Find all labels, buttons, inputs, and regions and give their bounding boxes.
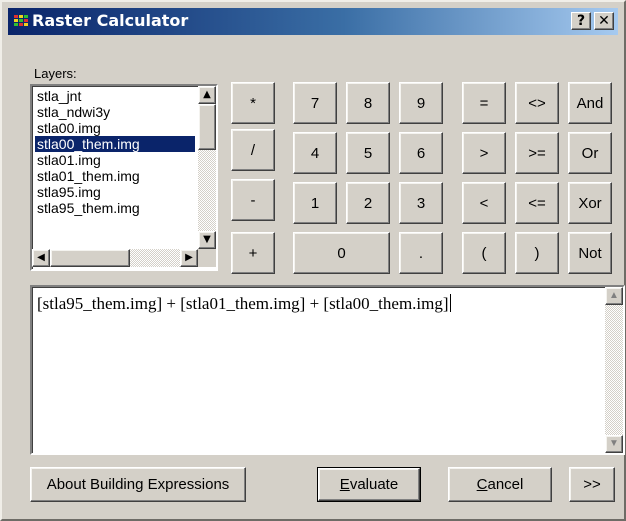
add-button[interactable]: +: [231, 232, 275, 274]
close-button[interactable]: ✕: [594, 12, 614, 30]
window-title: Raster Calculator: [32, 11, 189, 30]
not-equal-button[interactable]: <>: [515, 82, 559, 124]
divide-button[interactable]: /: [231, 129, 275, 171]
evaluate-hotkey: E: [339, 476, 350, 493]
open-paren-button[interactable]: (: [462, 232, 506, 274]
digit-7-button[interactable]: 7: [293, 82, 337, 124]
and-button[interactable]: And: [568, 82, 612, 124]
equals-button[interactable]: =: [462, 82, 506, 124]
layer-item[interactable]: stla_ndwi3y: [35, 104, 195, 120]
digit-5-button[interactable]: 5: [346, 132, 390, 174]
raster-calculator-dialog: Raster Calculator ? ✕ Layers: stla_jnt s…: [0, 0, 626, 521]
close-paren-button[interactable]: ): [515, 232, 559, 274]
raster-calculator-app-icon: [14, 15, 28, 26]
layer-item[interactable]: stla_jnt: [35, 88, 195, 104]
close-icon: ✕: [598, 13, 610, 29]
cancel-hotkey: C: [476, 476, 488, 493]
layer-item[interactable]: stla95_them.img: [35, 200, 195, 216]
expression-text: [stla95_them.img] + [stla01_them.img] + …: [37, 294, 449, 313]
scroll-down-arrow-icon[interactable]: ▼: [605, 435, 623, 453]
expand-label: >>: [583, 476, 601, 493]
decimal-point-button[interactable]: .: [399, 232, 443, 274]
text-caret: [449, 294, 451, 312]
subtract-button[interactable]: -: [231, 179, 275, 221]
layer-item[interactable]: stla01.img: [35, 152, 195, 168]
evaluate-label-rest: valuate: [349, 476, 399, 493]
greater-or-equal-button[interactable]: >=: [515, 132, 559, 174]
expand-options-button[interactable]: >>: [569, 467, 615, 502]
vertical-scroll-thumb[interactable]: [198, 104, 216, 150]
title-bar[interactable]: Raster Calculator ? ✕: [8, 8, 618, 35]
expression-text-wrapper: [stla95_them.img] + [stla01_them.img] + …: [37, 294, 451, 314]
digit-1-button[interactable]: 1: [293, 182, 337, 224]
greater-than-button[interactable]: >: [462, 132, 506, 174]
evaluate-button-label: Evaluate: [340, 476, 398, 493]
scroll-left-arrow-icon[interactable]: ◀: [32, 249, 50, 267]
digit-2-button[interactable]: 2: [346, 182, 390, 224]
about-building-expressions-button[interactable]: About Building Expressions: [30, 467, 246, 502]
digit-9-button[interactable]: 9: [399, 82, 443, 124]
layers-label: Layers:: [34, 66, 77, 81]
scroll-right-arrow-icon[interactable]: ▶: [180, 249, 198, 267]
expression-vertical-scrollbar[interactable]: [605, 287, 623, 453]
scrollbar-corner: [198, 249, 216, 267]
layer-item-selected[interactable]: stla00_them.img: [35, 136, 195, 152]
horizontal-scroll-thumb[interactable]: [50, 249, 130, 267]
or-button[interactable]: Or: [568, 132, 612, 174]
digit-8-button[interactable]: 8: [346, 82, 390, 124]
evaluate-button[interactable]: Evaluate: [318, 468, 420, 501]
less-or-equal-button[interactable]: <=: [515, 182, 559, 224]
multiply-button[interactable]: *: [231, 82, 275, 124]
layer-item[interactable]: stla01_them.img: [35, 168, 195, 184]
about-button-label: About Building Expressions: [46, 476, 230, 493]
digit-4-button[interactable]: 4: [293, 132, 337, 174]
layer-item[interactable]: stla95.img: [35, 184, 195, 200]
xor-button[interactable]: Xor: [568, 182, 612, 224]
digit-3-button[interactable]: 3: [399, 182, 443, 224]
help-button[interactable]: ?: [571, 12, 591, 30]
less-than-button[interactable]: <: [462, 182, 506, 224]
cancel-button[interactable]: Cancel: [448, 467, 552, 502]
layers-items: stla_jnt stla_ndwi3y stla00.img stla00_t…: [35, 88, 195, 216]
cancel-button-label: Cancel: [477, 476, 524, 493]
digit-0-button[interactable]: 0: [293, 232, 390, 274]
scroll-down-arrow-icon[interactable]: ▼: [198, 231, 216, 249]
not-button[interactable]: Not: [568, 232, 612, 274]
layer-item[interactable]: stla00.img: [35, 120, 195, 136]
cancel-label-rest: ancel: [487, 476, 524, 493]
digit-6-button[interactable]: 6: [399, 132, 443, 174]
expression-textbox[interactable]: [stla95_them.img] + [stla01_them.img] + …: [30, 285, 625, 455]
scroll-up-arrow-icon[interactable]: ▲: [198, 86, 216, 104]
scroll-up-arrow-icon[interactable]: ▲: [605, 287, 623, 305]
layers-listbox[interactable]: stla_jnt stla_ndwi3y stla00.img stla00_t…: [30, 84, 218, 271]
